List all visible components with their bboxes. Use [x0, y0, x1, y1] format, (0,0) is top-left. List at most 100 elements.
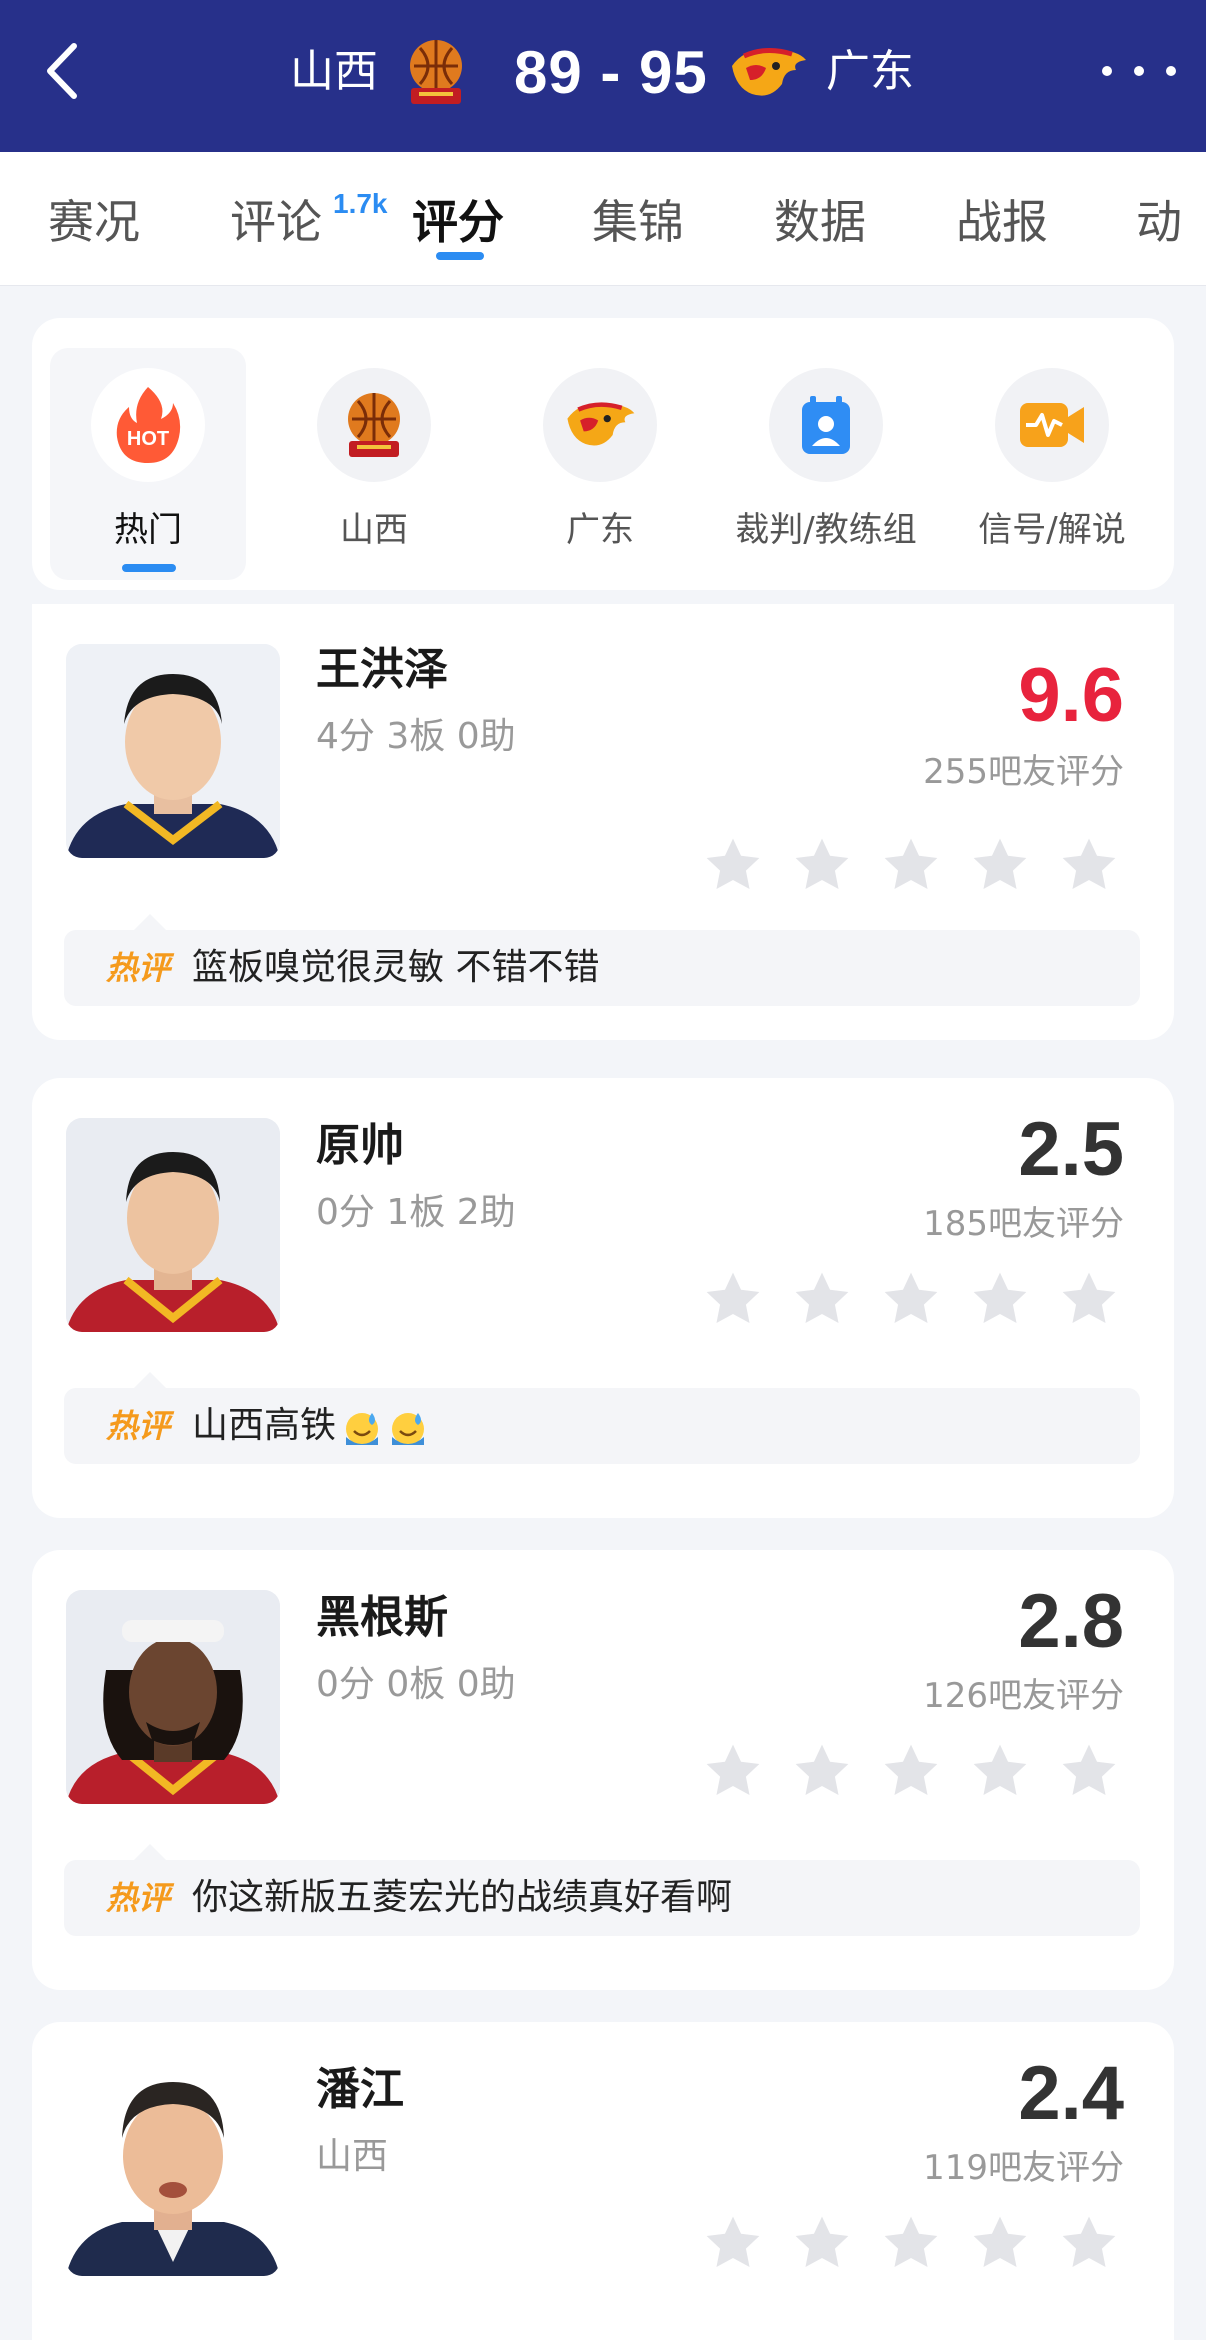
dot-icon — [1102, 66, 1112, 76]
more-button[interactable] — [1102, 56, 1176, 86]
tab-report[interactable]: 战报 — [956, 190, 1048, 254]
player-name: 王洪泽 — [316, 644, 448, 695]
star-icon[interactable] — [880, 834, 942, 896]
hot-comment-tag: 热评 — [106, 1879, 171, 1917]
tab-stats[interactable]: 数据 — [774, 190, 866, 254]
guangdong-logo-icon[interactable] — [726, 40, 810, 106]
rating-count: 119吧友评分 — [923, 2148, 1124, 2188]
tab-strip: 赛况 评论 评分 集锦 数据 战报 动 — [0, 152, 1206, 286]
star-icon[interactable] — [969, 834, 1031, 896]
active-tab-indicator — [436, 252, 484, 260]
hot-comment-tag: 热评 — [106, 1407, 171, 1445]
hot-comment-text: 山西高铁 — [192, 1402, 428, 1450]
filter-label: 信号/解说 — [978, 510, 1126, 550]
star-icon[interactable] — [880, 2212, 942, 2274]
hot-icon: HOT — [91, 368, 205, 482]
player-stats: 0分 1板 2助 — [316, 1192, 516, 1233]
star-icon[interactable] — [702, 2212, 764, 2274]
active-filter-indicator — [122, 564, 176, 572]
tab-feed[interactable]: 动 — [1136, 190, 1182, 254]
player-stats: 4分 3板 0助 — [316, 716, 516, 757]
filter-label: 广东 — [566, 510, 634, 550]
tab-comments[interactable]: 评论 — [230, 190, 322, 254]
back-button[interactable] — [38, 38, 86, 104]
star-icon[interactable] — [791, 834, 853, 896]
star-icon[interactable] — [791, 1740, 853, 1802]
hot-comment-tag: 热评 — [106, 949, 171, 987]
tab-highlights[interactable]: 集锦 — [592, 190, 684, 254]
coach-rating-card[interactable]: 潘江 山西 2.4 119吧友评分 — [32, 2022, 1174, 2340]
filter-label: 裁判/教练组 — [735, 510, 917, 550]
filter-guangdong[interactable]: 广东 — [502, 348, 698, 580]
star-icon[interactable] — [969, 2212, 1031, 2274]
star-icon[interactable] — [880, 1740, 942, 1802]
star-icon[interactable] — [880, 1268, 942, 1330]
rating-count: 126吧友评分 — [923, 1676, 1124, 1716]
hot-comment[interactable]: 热评 山西高铁 — [64, 1388, 1140, 1464]
hot-comment-text: 你这新版五菱宏光的战绩真好看啊 — [192, 1877, 733, 1918]
filter-label: 热门 — [114, 510, 182, 550]
player-avatar[interactable] — [66, 644, 280, 858]
star-icon[interactable] — [1058, 834, 1120, 896]
player-stats: 0分 0板 0助 — [316, 1664, 516, 1705]
player-avatar[interactable] — [66, 1118, 280, 1332]
player-rating: 2.5 — [1018, 1107, 1124, 1192]
tab-game-status[interactable]: 赛况 — [48, 190, 140, 254]
star-rating-input[interactable] — [702, 1740, 1120, 1806]
hot-comment[interactable]: 热评 篮板嗅觉很灵敏 不错不错 — [64, 930, 1140, 1006]
player-avatar[interactable] — [66, 1590, 280, 1804]
player-rating-card[interactable]: 王洪泽 4分 3板 0助 9.6 255吧友评分 热评 篮板嗅觉很灵敏 不错不错 — [32, 604, 1174, 1040]
star-rating-input[interactable] — [702, 834, 1120, 900]
guangdong-logo-icon — [543, 368, 657, 482]
comment-count-badge: 1.7k — [333, 188, 388, 219]
dot-icon — [1166, 66, 1176, 76]
player-name: 原帅 — [316, 1120, 404, 1171]
sweat-smile-emoji-icon — [392, 1413, 425, 1445]
shanxi-logo-icon[interactable] — [405, 36, 467, 108]
filter-referee-coach[interactable]: 裁判/教练组 — [728, 348, 924, 580]
comment-pointer — [134, 1844, 166, 1860]
rating-count: 255吧友评分 — [923, 752, 1124, 792]
team-left-name[interactable]: 山西 — [290, 42, 378, 102]
coach-name: 潘江 — [316, 2064, 404, 2115]
svg-text:HOT: HOT — [127, 428, 169, 450]
team-right-name[interactable]: 广东 — [826, 42, 914, 102]
star-icon[interactable] — [791, 1268, 853, 1330]
sweat-smile-emoji-icon — [346, 1413, 379, 1445]
dot-icon — [1134, 66, 1144, 76]
comment-pointer — [134, 914, 166, 930]
hot-comment-text: 篮板嗅觉很灵敏 不错不错 — [192, 947, 600, 988]
star-icon[interactable] — [1058, 1268, 1120, 1330]
coach-team: 山西 — [316, 2136, 389, 2177]
player-rating: 9.6 — [1018, 653, 1124, 738]
star-rating-input[interactable] — [702, 2212, 1120, 2278]
star-icon[interactable] — [1058, 2212, 1120, 2274]
player-name: 黑根斯 — [316, 1592, 448, 1643]
filter-hot[interactable]: HOT 热门 — [50, 348, 246, 580]
signal-commentary-icon — [995, 368, 1109, 482]
star-icon[interactable] — [969, 1268, 1031, 1330]
referee-coach-icon — [769, 368, 883, 482]
player-rating-card[interactable]: 原帅 0分 1板 2助 2.5 185吧友评分 热评 山西高铁 — [32, 1078, 1174, 1518]
coach-rating: 2.4 — [1018, 2051, 1124, 2136]
star-icon[interactable] — [702, 834, 764, 896]
rating-count: 185吧友评分 — [923, 1204, 1124, 1244]
star-rating-input[interactable] — [702, 1268, 1120, 1334]
star-icon[interactable] — [791, 2212, 853, 2274]
filter-signal-commentary[interactable]: 信号/解说 — [954, 348, 1150, 580]
star-icon[interactable] — [702, 1740, 764, 1802]
star-icon[interactable] — [969, 1740, 1031, 1802]
star-icon[interactable] — [702, 1268, 764, 1330]
filter-label: 山西 — [340, 510, 408, 550]
filter-shanxi[interactable]: 山西 — [276, 348, 472, 580]
player-rating: 2.8 — [1018, 1579, 1124, 1664]
score-header: 山西 89 - 95 广东 — [0, 0, 1206, 152]
player-rating-card[interactable]: 黑根斯 0分 0板 0助 2.8 126吧友评分 热评 你这新版五菱宏光的战绩真… — [32, 1550, 1174, 1990]
star-icon[interactable] — [1058, 1740, 1120, 1802]
tab-ratings[interactable]: 评分 — [412, 190, 504, 254]
coach-avatar[interactable] — [66, 2062, 280, 2276]
comment-pointer — [134, 1372, 166, 1388]
hot-comment[interactable]: 热评 你这新版五菱宏光的战绩真好看啊 — [64, 1860, 1140, 1936]
shanxi-logo-icon — [317, 368, 431, 482]
rating-category-filter: HOT 热门 山西 广东 裁判/教练组 信号/解说 — [32, 318, 1174, 590]
